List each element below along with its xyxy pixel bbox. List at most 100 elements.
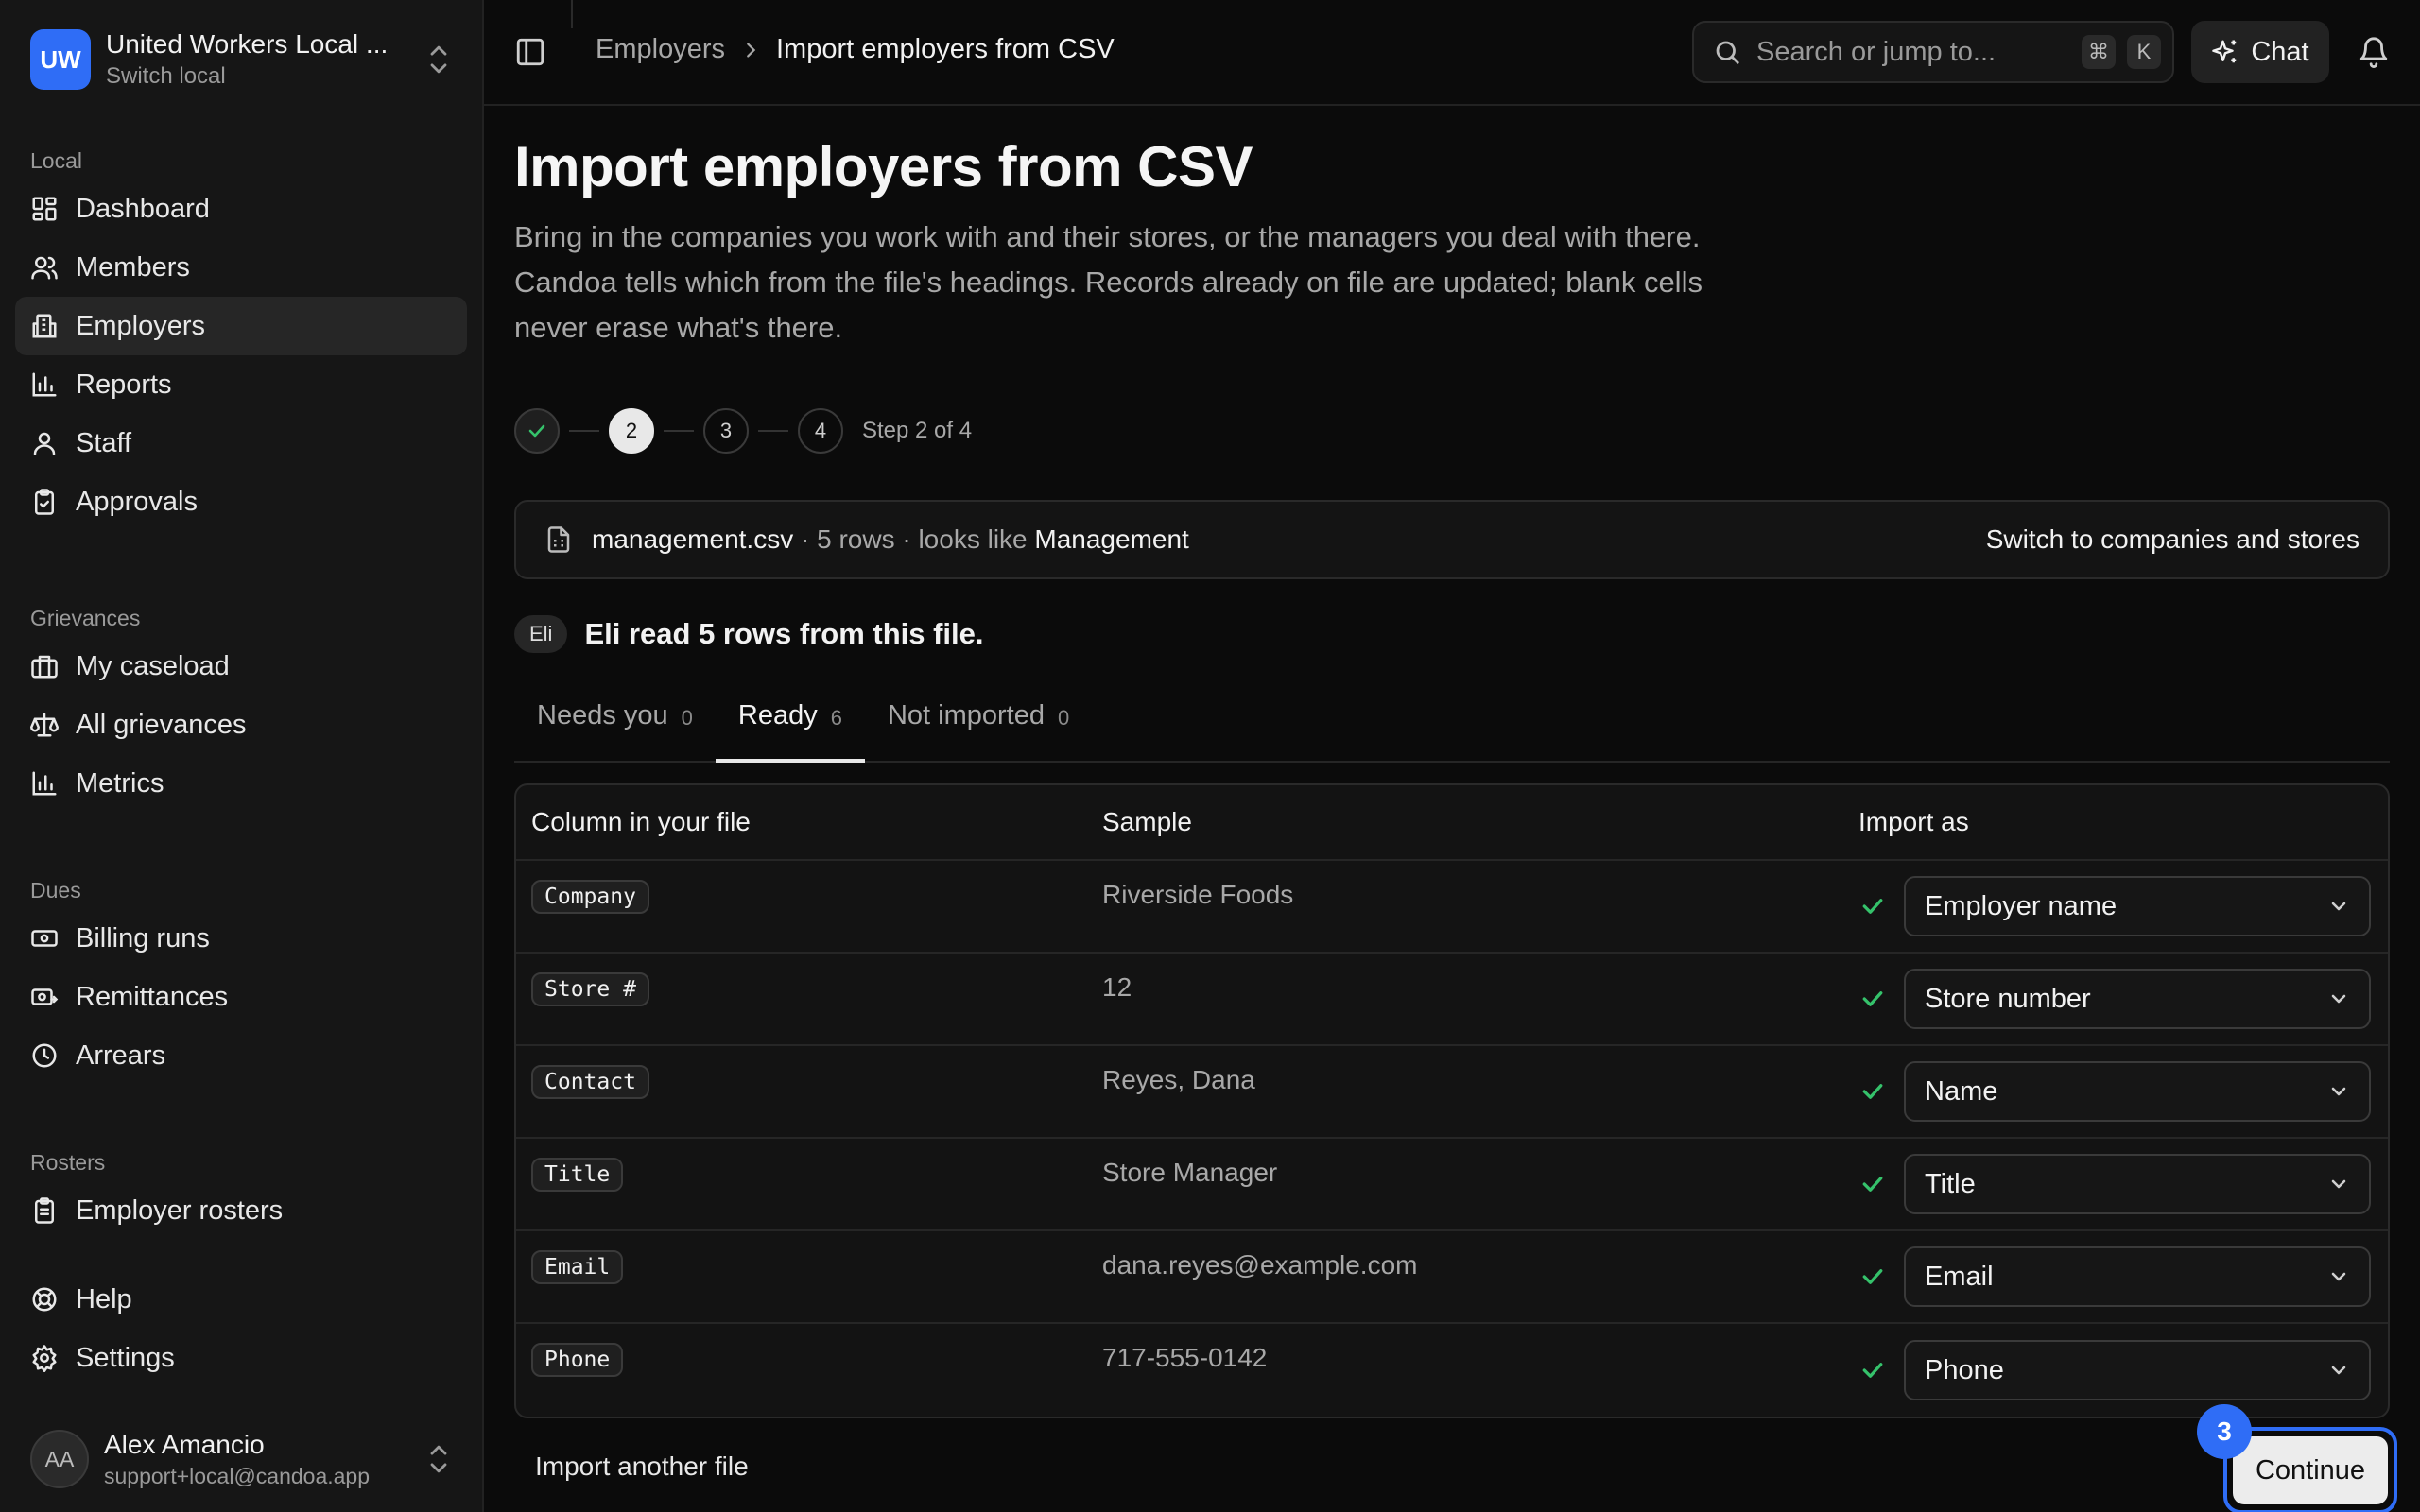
step-badge: 3 (2197, 1404, 2252, 1459)
step-connector (664, 430, 694, 432)
workspace-subtitle: Switch local (106, 63, 226, 89)
sample-value: dana.reyes@example.com (1102, 1250, 1418, 1280)
sidebar-toggle-icon[interactable] (514, 36, 546, 68)
nav-heading-dues: Dues (30, 878, 81, 902)
sidebar-item-metrics[interactable]: Metrics (15, 754, 467, 813)
sample-cell: Riverside Foods (1087, 861, 1843, 952)
import-page: Import employers from CSV Bring in the c… (514, 106, 2390, 1418)
sidebar-item-employer-rosters[interactable]: Employer rosters (15, 1181, 467, 1240)
topbar: Employers Import employers from CSV Sear… (484, 0, 2420, 106)
sidebar-item-billing-runs[interactable]: Billing runs (15, 909, 467, 968)
sparkles-icon (2212, 40, 2237, 63)
check-icon (528, 424, 545, 438)
select-value: Store number (1925, 983, 2091, 1014)
chat-label: Chat (2251, 36, 2309, 67)
sidebar-item-remittances[interactable]: Remittances (15, 968, 467, 1026)
chevron-down-icon (2331, 902, 2346, 911)
assistant-text: Eli read 5 rows from this file. (584, 617, 984, 650)
sidebar-item-label: Employers (76, 310, 205, 341)
import-as-select[interactable]: Employer name (1904, 876, 2371, 936)
bell-icon[interactable] (2358, 36, 2390, 68)
continue-button[interactable]: Continue (2233, 1436, 2388, 1504)
tab-count: 6 (830, 706, 842, 730)
page-title: Import employers from CSV (514, 135, 1253, 198)
check-icon (1862, 1269, 1883, 1284)
column-cell: Phone (516, 1324, 1087, 1417)
sample-cell: Reyes, Dana (1087, 1046, 1843, 1137)
sidebar-item-label: Approvals (76, 486, 198, 517)
table-header: Column in your file Sample Import as (516, 785, 2388, 861)
sidebar-item-arrears[interactable]: Arrears (15, 1026, 467, 1085)
import-as-cell: Store number (1843, 954, 2388, 1044)
file-meta: · 5 rows · looks like (793, 524, 1035, 554)
import-as-select[interactable]: Title (1904, 1154, 2371, 1214)
sidebar-item-reports[interactable]: Reports (15, 355, 467, 414)
nav-heading-rosters: Rosters (30, 1150, 106, 1175)
chat-button[interactable]: Chat (2191, 21, 2329, 83)
sample-value: 717-555-0142 (1102, 1343, 1268, 1372)
clock-icon (32, 1043, 57, 1068)
check-icon (1862, 899, 1883, 914)
page-description: Bring in the companies you work with and… (514, 220, 1703, 344)
import-as-cell: Email (1843, 1231, 2388, 1322)
check-icon (1862, 1177, 1883, 1192)
sidebar-item-label: My caseload (76, 650, 230, 681)
import-as-cell: Employer name (1843, 861, 2388, 952)
sidebar-item-label: Members (76, 251, 190, 283)
column-cell: Store # (516, 954, 1087, 1044)
nav-section-bottom: Help Settings (15, 1270, 467, 1387)
nav-section-dues: Dues Billing runs Remittances Arrears (15, 871, 467, 1085)
select-value: Name (1925, 1075, 1998, 1107)
select-value: Employer name (1925, 890, 2118, 921)
step-4: 4 (798, 408, 843, 454)
sidebar-item-label: Dashboard (76, 193, 210, 224)
breadcrumb-employers[interactable]: Employers (596, 34, 725, 65)
tab-needs-you[interactable]: Needs you 0 (514, 693, 716, 761)
sidebar-item-members[interactable]: Members (15, 238, 467, 297)
user-menu[interactable]: AA Alex Amancio support+local@candoa.app (30, 1427, 452, 1491)
sidebar-item-settings[interactable]: Settings (15, 1329, 467, 1387)
sidebar-item-label: All grievances (76, 709, 247, 740)
kbd-k: K (2127, 35, 2161, 69)
column-chip: Contact (531, 1065, 649, 1099)
sidebar-item-help[interactable]: Help (15, 1270, 467, 1329)
sidebar-item-all-grievances[interactable]: All grievances (15, 696, 467, 754)
workspace-logo: UW (30, 29, 91, 90)
workspace-switcher[interactable]: UW United Workers Local ... Switch local (30, 28, 452, 91)
sample-cell: 12 (1087, 954, 1843, 1044)
import-as-select[interactable]: Name (1904, 1061, 2371, 1122)
sidebar-item-employers[interactable]: Employers (15, 297, 467, 355)
import-another-file-button[interactable]: Import another file (535, 1452, 749, 1482)
switch-file-type-button[interactable]: Switch to companies and stores (1986, 524, 2360, 555)
assistant-message: Eli Eli read 5 rows from this file. (514, 613, 2390, 655)
import-as-select[interactable]: Email (1904, 1246, 2371, 1307)
step-3: 3 (703, 408, 749, 454)
import-as-select[interactable]: Phone (1904, 1340, 2371, 1400)
stepper: 2 3 4 Step 2 of 4 (514, 407, 2390, 455)
sample-value: 12 (1102, 972, 1132, 1002)
tabs: Needs you 0 Ready 6 Not imported 0 (514, 693, 2390, 763)
column-cell: Contact (516, 1046, 1087, 1137)
tab-label: Needs you (537, 700, 668, 730)
sidebar-item-approvals[interactable]: Approvals (15, 472, 467, 531)
check-icon (1862, 991, 1883, 1006)
tab-ready[interactable]: Ready 6 (715, 693, 866, 763)
sidebar-item-my-caseload[interactable]: My caseload (15, 637, 467, 696)
main-content: Employers Import employers from CSV Sear… (484, 0, 2420, 1512)
scale-icon (30, 713, 59, 737)
tab-count: 0 (1058, 706, 1070, 730)
sample-cell: dana.reyes@example.com (1087, 1231, 1843, 1322)
sidebar-item-staff[interactable]: Staff (15, 414, 467, 472)
search-icon (1716, 41, 1739, 64)
workspace-name: United Workers Local ... (106, 29, 389, 59)
kbd-cmd: ⌘ (2082, 35, 2116, 69)
breadcrumb-current: Import employers from CSV (776, 34, 1115, 64)
divider (571, 0, 573, 28)
file-name: management.csv (592, 524, 794, 554)
sidebar-item-dashboard[interactable]: Dashboard (15, 180, 467, 238)
tab-not-imported[interactable]: Not imported 0 (865, 693, 1092, 761)
sidebar-item-label: Help (76, 1283, 132, 1314)
search-input[interactable]: Search or jump to... ⌘ K (1692, 21, 2174, 83)
sidebar-item-label: Settings (76, 1342, 175, 1373)
import-as-select[interactable]: Store number (1904, 969, 2371, 1029)
